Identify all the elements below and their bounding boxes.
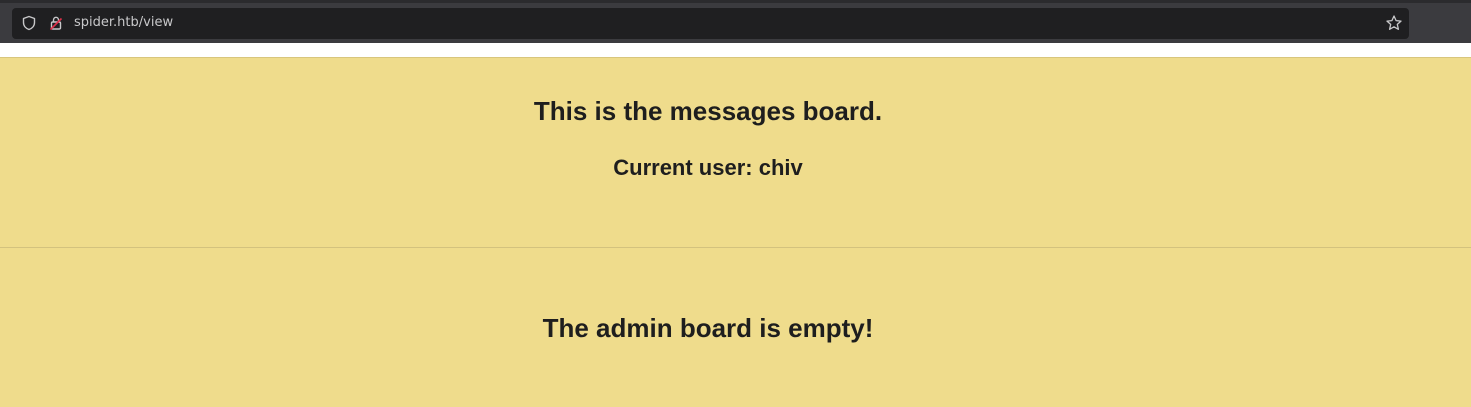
admin-board-message: The admin board is empty! [542,313,874,343]
browser-toolbar: spider.htb/view [0,0,1471,43]
url-text[interactable]: spider.htb/view [74,15,173,31]
page-body: This is the messages board. Current user… [0,57,1471,407]
page-top-gap [0,43,1471,57]
star-icon[interactable] [1385,14,1403,32]
address-bar[interactable]: spider.htb/view [12,8,1409,39]
messages-header-section: This is the messages board. Current user… [0,58,1471,248]
shield-icon[interactable] [21,15,37,31]
page-title: This is the messages board. [533,96,883,126]
lock-insecure-icon[interactable] [48,15,64,31]
current-user-label: Current user: chiv [613,155,803,180]
